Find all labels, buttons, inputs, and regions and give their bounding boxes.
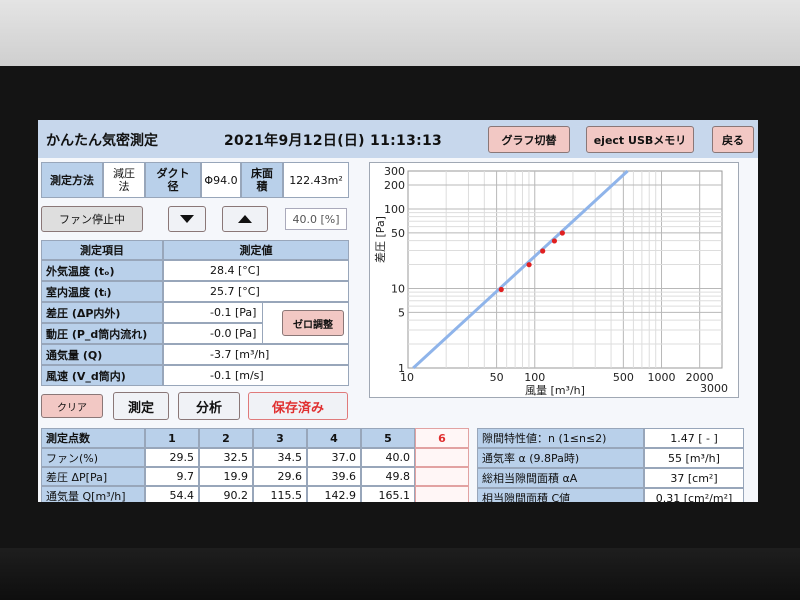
wall-background xyxy=(0,0,800,66)
floor-area-value: 122.43m² xyxy=(283,162,349,198)
airflow-cell: 90.2 xyxy=(199,486,253,502)
fan-percent-cell: 34.5 xyxy=(253,448,307,467)
y-tick-label: 200 xyxy=(384,179,405,192)
fan-percent-cell: 40.0 xyxy=(361,448,415,467)
airflow-row-label: 通気量 Q[m³/h] xyxy=(41,486,145,502)
duct-value: Φ94.0 xyxy=(201,162,241,198)
chart-svg: 10 50 100 500 1000 20003000151050100200300風量 … xyxy=(373,165,728,397)
data-point xyxy=(559,230,565,236)
points-col-5: 5 xyxy=(361,428,415,448)
measure-item-header: 測定項目 xyxy=(41,240,163,260)
points-col-3: 3 xyxy=(253,428,307,448)
dynamic-pressure-label: 動圧 (P_d筒内流れ) xyxy=(41,323,163,344)
date-time: 2021年9月12日(日) 11:13:13 xyxy=(224,133,443,149)
total-gap-area-value: 37 [cm²] xyxy=(644,468,744,488)
fan-percent-row-label: ファン(%) xyxy=(41,448,145,467)
airflow-cell: 54.4 xyxy=(145,486,199,502)
y-tick-label: 10 xyxy=(391,282,405,295)
total-gap-area-label: 総相当隙間面積 αA xyxy=(477,468,644,488)
airflow-label: 通気量 (Q) xyxy=(41,344,163,365)
back-button[interactable]: 戻る xyxy=(712,126,754,153)
fan-up-button[interactable] xyxy=(222,206,268,232)
airflow-cell xyxy=(415,486,469,502)
points-col-2: 2 xyxy=(199,428,253,448)
diff-pressure-value: -0.1 [Pa] xyxy=(163,302,263,323)
triangle-up-icon xyxy=(238,215,252,223)
fan-down-button[interactable] xyxy=(168,206,206,232)
duct-label: ダクト径 xyxy=(145,162,201,198)
pressure-cell: 9.7 xyxy=(145,467,199,486)
points-col-6: 6 xyxy=(415,428,469,448)
pressure-cell: 19.9 xyxy=(199,467,253,486)
fan-percent-cell: 37.0 xyxy=(307,448,361,467)
fan-percent-display: 40.0 [%] xyxy=(285,208,347,230)
fan-percent-cell: 32.5 xyxy=(199,448,253,467)
airflow-cell: 165.1 xyxy=(361,486,415,502)
graph-toggle-button[interactable]: グラフ切替 xyxy=(488,126,570,153)
data-point xyxy=(551,238,558,244)
method-label: 測定方法 xyxy=(41,162,103,198)
analyze-button[interactable]: 分析 xyxy=(178,392,240,420)
y-tick-label: 100 xyxy=(384,203,405,216)
app-title: かんたん気密測定 xyxy=(46,133,158,149)
x-tick-label: 500 xyxy=(613,371,634,384)
outside-temp-label: 外気温度 (tₒ) xyxy=(41,260,163,281)
x-tick-label: 1000 xyxy=(648,371,676,384)
dynamic-pressure-value: -0.0 [Pa] xyxy=(163,323,263,344)
data-point xyxy=(540,248,546,254)
data-point xyxy=(498,286,504,293)
pressure-row-label: 差圧 ΔP[Pa] xyxy=(41,467,145,486)
pressure-cell: 49.8 xyxy=(361,467,415,486)
floor-area-label: 床面積 xyxy=(241,162,283,198)
y-axis-label: 差圧 [Pa] xyxy=(373,216,387,263)
x-tick-label: 50 xyxy=(490,371,504,384)
pressure-cell xyxy=(415,467,469,486)
outside-temp-value: 28.4 [°C] xyxy=(163,260,349,281)
y-tick-label: 300 xyxy=(384,165,405,178)
measure-value-header: 測定値 xyxy=(163,240,349,260)
c-value-label: 相当隙間面積 C値 xyxy=(477,488,644,502)
saved-button[interactable]: 保存済み xyxy=(248,392,348,420)
plot-area xyxy=(407,170,723,369)
pressure-cell: 29.6 xyxy=(253,467,307,486)
eject-usb-button[interactable]: eject USBメモリ xyxy=(586,126,694,153)
airflow-cell: 115.5 xyxy=(253,486,307,502)
inside-temp-label: 室内温度 (tᵢ) xyxy=(41,281,163,302)
points-header-label: 測定点数 xyxy=(41,428,145,448)
x-axis-label: 風量 [m³/h] xyxy=(525,384,585,397)
inside-temp-value: 25.7 [°C] xyxy=(163,281,349,302)
title-bar: かんたん気密測定 2021年9月12日(日) 11:13:13 グラフ切替 ej… xyxy=(38,120,758,158)
y-tick-label: 5 xyxy=(398,306,405,319)
clear-button[interactable]: クリア xyxy=(41,394,103,418)
wind-speed-label: 風速 (V_d筒内) xyxy=(41,365,163,386)
gap-characteristic-value: 1.47 [ - ] xyxy=(644,428,744,448)
airflow-cell: 142.9 xyxy=(307,486,361,502)
diff-pressure-label: 差圧 (ΔP内外) xyxy=(41,302,163,323)
c-value-value: 0.31 [cm²/m²] xyxy=(644,488,744,502)
device-bezel-bottom xyxy=(0,548,800,600)
y-tick-label: 1 xyxy=(398,362,405,375)
air-permeability-label: 通気率 α (9.8Pa時) xyxy=(477,448,644,468)
triangle-down-icon xyxy=(180,215,194,223)
airflow-value: -3.7 [m³/h] xyxy=(163,344,349,365)
fan-percent-cell xyxy=(415,448,469,467)
x-tick-label: 100 xyxy=(524,371,545,384)
air-permeability-value: 55 [m³/h] xyxy=(644,448,744,468)
fan-stop-button[interactable]: ファン停止中 xyxy=(41,206,143,232)
y-tick-label: 50 xyxy=(391,227,405,240)
wind-speed-value: -0.1 [m/s] xyxy=(163,365,349,386)
points-col-1: 1 xyxy=(145,428,199,448)
data-point xyxy=(526,262,532,268)
points-col-4: 4 xyxy=(307,428,361,448)
zero-adjust-button[interactable]: ゼロ調整 xyxy=(282,310,344,336)
measure-button[interactable]: 測定 xyxy=(113,392,169,420)
pressure-flow-chart: 10 50 100 500 1000 2000 3000 1 5 10 50 100 200 300 風量 … xyxy=(369,162,739,398)
method-value: 減圧法 xyxy=(103,162,145,198)
x-tick-label: 3000 xyxy=(700,382,728,395)
fan-percent-cell: 29.5 xyxy=(145,448,199,467)
touch-screen: かんたん気密測定 2021年9月12日(日) 11:13:13 グラフ切替 ej… xyxy=(38,120,758,502)
pressure-cell: 39.6 xyxy=(307,467,361,486)
gap-characteristic-label: 隙間特性値：n (1≤n≤2) xyxy=(477,428,644,448)
